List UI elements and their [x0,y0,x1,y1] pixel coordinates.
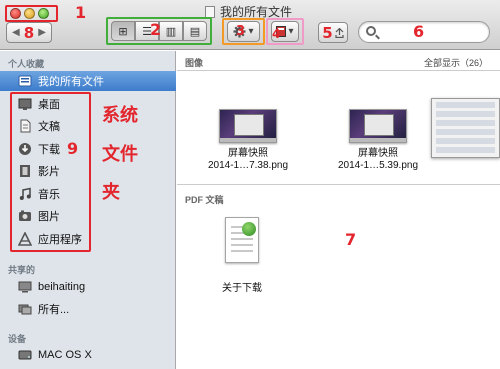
sidebar-item-desktop[interactable]: 桌面 [0,94,176,114]
disk-icon [18,350,32,360]
minimize-button[interactable] [24,8,35,19]
file-name-line2: 2014-1…7.38.png [207,160,289,171]
desktop-icon [18,98,32,110]
annotation-jia: 夹 [102,182,120,203]
annotation-4: 4 [272,27,281,41]
annotation-5: 5 [322,23,333,42]
chevron-down-icon: ▾ [288,26,294,37]
window-toolbar: 我的所有文件 1 ◀ 8 ▶ ⊞ ☰ ▥ ▤ 2 ▾ 3 ▾ 4 5 6 [0,0,500,50]
window-controls [5,5,58,22]
share-button[interactable]: 5 [318,22,348,43]
back-forward-buttons: ◀ 8 ▶ [6,22,52,43]
documents-icon [20,119,31,133]
annotation-2: 2 [150,20,162,39]
search-icon [366,26,376,36]
search-input[interactable] [381,24,481,40]
sidebar-item-label: MAC OS X [38,349,92,361]
chevron-down-icon: ▾ [248,26,254,37]
icon-view-button[interactable]: ⊞ [111,21,135,41]
sidebar-item-all-shared[interactable]: 所有... [0,299,176,319]
file-name-line1: 屏幕快照 [228,148,268,159]
network-icon [18,304,32,315]
sidebar-item-label: 图片 [38,211,60,223]
back-icon[interactable]: ◀ [12,27,20,38]
file-item-screenshot-3[interactable] [431,98,500,158]
close-button[interactable] [10,8,21,19]
file-name-line2: 2014-1…5.39.png [337,160,419,171]
sidebar-item-label: 应用程序 [38,234,82,246]
group-divider [177,184,500,185]
sidebar: 个人收藏 我的所有文件 桌面 文稿 下载 影片 音乐 图片 应用程序 9 系统 … [0,51,176,369]
file-name-line1: 屏幕快照 [358,148,398,159]
sidebar-item-label: 文稿 [38,121,60,133]
sidebar-item-label: 音乐 [38,189,60,201]
image-thumbnail [349,109,407,143]
share-icon [335,27,344,38]
sidebar-item-label: 桌面 [38,99,60,111]
sidebar-item-documents[interactable]: 文稿 [0,116,176,136]
search-field[interactable]: 6 [358,21,490,43]
shared-header: 共享的 [8,265,36,275]
movies-icon [20,165,30,177]
sidebar-item-applications[interactable]: 应用程序 [0,229,176,249]
sidebar-item-all-files[interactable]: 我的所有文件 [0,71,176,91]
zoom-button[interactable] [38,8,49,19]
sidebar-item-label: 下载 [38,144,60,156]
favorites-header: 个人收藏 [8,59,45,69]
coverflow-view-button[interactable]: ▤ [183,21,207,41]
sidebar-item-label: 影片 [38,166,60,178]
sidebar-item-label: 我的所有文件 [38,76,104,88]
sidebar-item-movies[interactable]: 影片 [0,161,176,181]
sidebar-item-mac-os-x[interactable]: MAC OS X [0,345,176,365]
music-icon [19,187,31,200]
annotation-7: 7 [345,230,357,249]
sidebar-item-beihaiting[interactable]: beihaiting [0,277,176,297]
file-browser: 图像 全部显示（26） 屏幕快照 2014-1…7.38.png 屏幕快照 20… [177,51,500,369]
annotation-9: 9 [67,139,79,158]
forward-icon[interactable]: ▶ [38,27,46,38]
folder-proxy-icon[interactable] [205,5,215,18]
annotation-1: 1 [75,3,87,22]
image-thumbnail [219,109,277,143]
computer-icon [18,281,32,293]
downloads-icon [19,143,31,155]
sidebar-item-music[interactable]: 音乐 [0,184,176,204]
images-group-header: 图像 [185,58,204,68]
sidebar-item-label: beihaiting [38,281,86,293]
all-files-icon [18,75,32,87]
file-name: 关于下载 [222,283,262,294]
annotation-folder: 文件 [102,144,138,165]
group-divider [177,70,500,71]
annotation-6: 6 [413,22,425,41]
pdf-document-icon [225,217,259,263]
column-view-button[interactable]: ▥ [159,21,183,41]
sidebar-item-downloads[interactable]: 下载 [0,139,176,159]
annotation-3: 3 [236,24,246,39]
pdf-group-header: PDF 文稿 [185,195,224,205]
pictures-icon [19,210,31,221]
devices-header: 设备 [8,334,27,344]
annotation-8: 8 [23,23,35,42]
sidebar-item-pictures[interactable]: 图片 [0,206,176,226]
applications-icon [18,232,32,246]
show-all-link[interactable]: 全部显示（26） [424,56,488,69]
sidebar-item-label: 所有... [38,304,70,316]
annotation-system: 系统 [102,105,138,126]
